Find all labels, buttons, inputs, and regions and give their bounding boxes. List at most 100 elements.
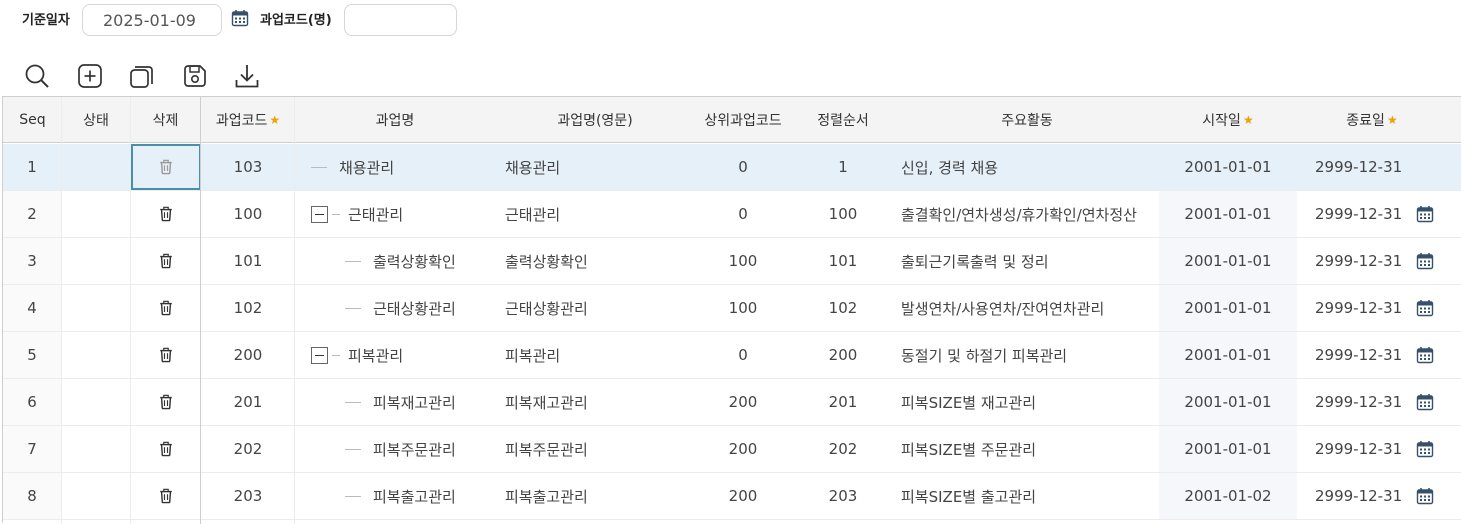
activity-cell[interactable]: 피복SIZE별 출고관리 (895, 473, 1159, 519)
start-date-cell[interactable]: 2001-01-01 (1159, 426, 1297, 472)
delete-button[interactable] (131, 332, 201, 378)
delete-button[interactable] (131, 238, 201, 284)
code-input[interactable] (344, 4, 457, 36)
parent-code-cell[interactable]: 200 (695, 426, 791, 472)
name-cell[interactable]: 출력상황확인 (303, 238, 495, 284)
name-cell[interactable]: 피복재고관리 (303, 379, 495, 425)
tree-collapse-toggle[interactable] (311, 346, 328, 364)
sort-order-cell[interactable]: 203 (791, 473, 895, 519)
calendar-icon[interactable] (1416, 393, 1434, 411)
activity-cell[interactable]: 동절기 및 하절기 피복관리 (895, 332, 1159, 378)
start-date-cell[interactable]: 2001-01-01 (1159, 144, 1297, 190)
name-cell[interactable]: 피복출고관리 (303, 473, 495, 519)
activity-cell[interactable]: 출퇴근기록출력 및 정리 (895, 238, 1159, 284)
sort-order-cell[interactable]: 1 (791, 144, 895, 190)
name-cell[interactable]: 채용관리 (303, 144, 495, 190)
calendar-icon[interactable] (1416, 299, 1434, 317)
required-star: ★ (1242, 112, 1254, 127)
name-en-cell[interactable]: 피복주문관리 (495, 426, 695, 472)
name-en-cell[interactable]: 출력상황확인 (495, 238, 695, 284)
activity-cell[interactable]: 발생연차/사용연차/잔여연차관리 (895, 285, 1159, 331)
activity-cell[interactable]: 출결확인/연차생성/휴가확인/연차정산 (895, 191, 1159, 237)
end-date-cell[interactable]: 2999-12-31 (1297, 473, 1441, 519)
sort-order-cell[interactable]: 202 (791, 426, 895, 472)
code-cell[interactable]: 100 (201, 191, 295, 237)
start-date-cell[interactable]: 2001-01-01 (1159, 191, 1297, 237)
name-en-cell[interactable]: 근태상황관리 (495, 285, 695, 331)
sort-order-cell[interactable]: 101 (791, 238, 895, 284)
name-cell[interactable]: 근태관리 (303, 191, 495, 237)
name-cell[interactable]: 근태상황관리 (303, 285, 495, 331)
calendar-icon[interactable] (1416, 252, 1434, 270)
name-en-cell[interactable]: 피복출고관리 (495, 473, 695, 519)
parent-code-cell[interactable]: 200 (695, 379, 791, 425)
table-row[interactable]: 2 100 근태관리 근태관리 0 100 출결확인/연차생성/휴가확인/연차정산 2001-… (3, 191, 1461, 238)
name-en-cell[interactable]: 피복관리 (495, 332, 695, 378)
name-en-cell[interactable]: 피복재고관리 (495, 379, 695, 425)
end-date-cell[interactable]: 2999-12-31 (1297, 238, 1441, 284)
calendar-icon[interactable] (1416, 205, 1434, 223)
delete-button[interactable] (131, 285, 201, 331)
table-row[interactable]: 6 201 피복재고관리 피복재고관리 200 201 피복SIZE별 재고관리 2001-0… (3, 379, 1461, 426)
parent-code-cell[interactable]: 100 (695, 238, 791, 284)
parent-code-cell[interactable]: 0 (695, 332, 791, 378)
download-icon[interactable] (233, 62, 261, 90)
parent-code-cell[interactable]: 200 (695, 473, 791, 519)
copy-icon[interactable] (128, 62, 156, 90)
code-cell[interactable]: 201 (201, 379, 295, 425)
table-row[interactable]: 3 101 출력상황확인 출력상황확인 100 101 출퇴근기록출력 및 정리 2001-0… (3, 238, 1461, 285)
sort-order-cell[interactable]: 102 (791, 285, 895, 331)
end-date-cell[interactable]: 2999-12-31 (1297, 285, 1441, 331)
name-en-cell[interactable]: 채용관리 (495, 144, 695, 190)
table-row[interactable]: 4 102 근태상황관리 근태상황관리 100 102 발생연차/사용연차/잔여연차관리 20… (3, 285, 1461, 332)
code-cell[interactable]: 203 (201, 473, 295, 519)
calendar-icon[interactable] (231, 9, 249, 27)
sort-order-cell[interactable]: 200 (791, 332, 895, 378)
table-row[interactable]: 1 103 채용관리 채용관리 0 1 신입, 경력 채용 2001-01-01 2999-12… (3, 144, 1461, 191)
code-cell[interactable]: 202 (201, 426, 295, 472)
tree-collapse-toggle[interactable] (311, 205, 328, 223)
add-icon[interactable] (76, 62, 104, 90)
delete-button[interactable] (131, 191, 201, 237)
task-name: 피복출고관리 (373, 487, 456, 506)
code-cell[interactable]: 102 (201, 285, 295, 331)
search-icon[interactable] (23, 62, 51, 90)
name-cell[interactable]: 피복주문관리 (303, 426, 495, 472)
parent-code-cell[interactable]: 0 (695, 191, 791, 237)
date-input[interactable] (82, 4, 222, 36)
end-date-cell[interactable]: 2999-12-31 (1297, 379, 1441, 425)
parent-code-cell[interactable]: 100 (695, 285, 791, 331)
activity-cell[interactable]: 신입, 경력 채용 (895, 144, 1159, 190)
delete-button[interactable] (131, 473, 201, 519)
calendar-icon[interactable] (1416, 440, 1434, 458)
sort-order-cell[interactable]: 201 (791, 379, 895, 425)
end-date-cell[interactable]: 2999-12-31 (1297, 426, 1441, 472)
table-row[interactable]: 7 202 피복주문관리 피복주문관리 200 202 피복SIZE별 주문관리 2001-0… (3, 426, 1461, 473)
delete-button[interactable] (131, 144, 201, 190)
table-row[interactable]: 5 200 피복관리 피복관리 0 200 동절기 및 하절기 피복관리 2001-01-01… (3, 332, 1461, 379)
delete-button[interactable] (131, 426, 201, 472)
activity-cell[interactable]: 피복SIZE별 주문관리 (895, 426, 1159, 472)
end-date-cell[interactable]: 2999-12-31 (1297, 144, 1441, 190)
activity-cell[interactable]: 피복SIZE별 재고관리 (895, 379, 1159, 425)
code-cell[interactable]: 101 (201, 238, 295, 284)
task-name: 출력상황확인 (373, 252, 456, 271)
calendar-icon[interactable] (1416, 487, 1434, 505)
name-en-cell[interactable]: 근태관리 (495, 191, 695, 237)
table-row[interactable]: 8 203 피복출고관리 피복출고관리 200 203 피복SIZE별 출고관리 2001-0… (3, 473, 1461, 520)
end-date-cell[interactable]: 2999-12-31 (1297, 191, 1441, 237)
delete-button[interactable] (131, 379, 201, 425)
save-icon[interactable] (181, 62, 209, 90)
start-date-cell[interactable]: 2001-01-01 (1159, 379, 1297, 425)
code-cell[interactable]: 103 (201, 144, 295, 190)
start-date-cell[interactable]: 2001-01-02 (1159, 473, 1297, 519)
parent-code-cell[interactable]: 0 (695, 144, 791, 190)
name-cell[interactable]: 피복관리 (303, 332, 495, 378)
start-date-cell[interactable]: 2001-01-01 (1159, 332, 1297, 378)
sort-order-cell[interactable]: 100 (791, 191, 895, 237)
start-date-cell[interactable]: 2001-01-01 (1159, 285, 1297, 331)
code-cell[interactable]: 200 (201, 332, 295, 378)
calendar-icon[interactable] (1416, 346, 1434, 364)
start-date-cell[interactable]: 2001-01-01 (1159, 238, 1297, 284)
end-date-cell[interactable]: 2999-12-31 (1297, 332, 1441, 378)
